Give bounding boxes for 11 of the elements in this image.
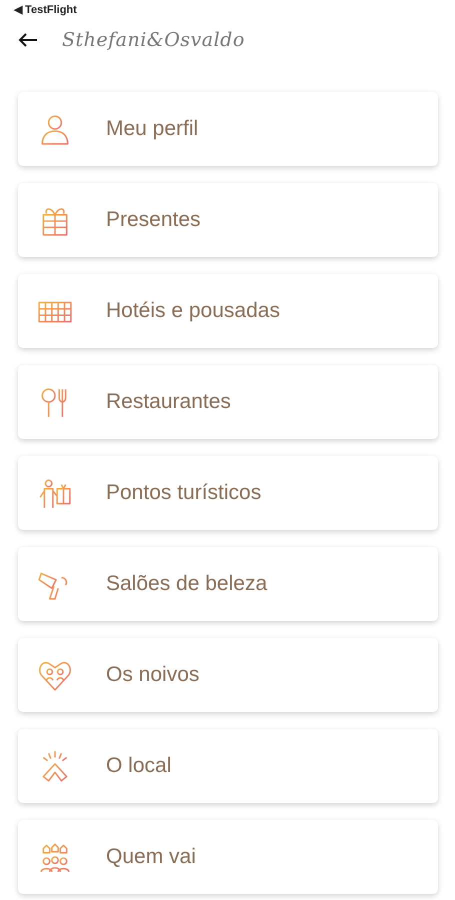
menu-item[interactable]: Presentes	[18, 183, 438, 257]
menu-item[interactable]: Pontos turísticos	[18, 456, 438, 530]
menu-item[interactable]: Meu perfil	[18, 92, 438, 166]
menu-item[interactable]: Salões de beleza	[18, 547, 438, 621]
menu-item[interactable]: Os noivos	[18, 638, 438, 712]
menu-item[interactable]: Quem vai	[18, 820, 438, 894]
logo: Sthefani&Osvaldo	[62, 29, 245, 51]
status-bar-back-label[interactable]: ◀ TestFlight	[14, 4, 77, 16]
menu-item[interactable]: Restaurantes	[18, 365, 438, 439]
menu-item[interactable]: Hotéis e pousadas	[18, 274, 438, 348]
menu-item[interactable]: O local	[18, 729, 438, 803]
